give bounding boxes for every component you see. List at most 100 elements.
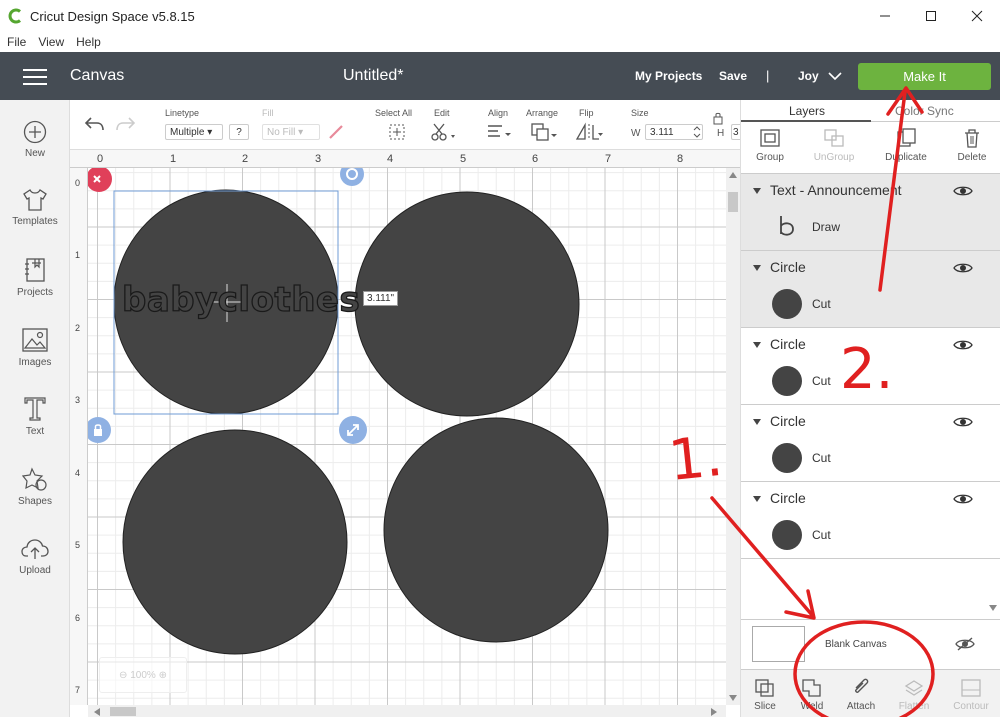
ruler-tick-label: 2 xyxy=(242,153,249,165)
menu-file[interactable]: File xyxy=(7,35,26,49)
lock-handle-icon[interactable] xyxy=(88,416,114,444)
sidebar-item-projects[interactable]: Projects xyxy=(0,257,70,298)
select-all-icon[interactable] xyxy=(388,123,406,141)
delete-handle-icon[interactable] xyxy=(88,168,114,194)
flatten-button[interactable]: Flatten xyxy=(889,678,939,712)
collapse-triangle-icon[interactable] xyxy=(753,342,761,348)
slice-button[interactable]: Slice xyxy=(740,678,790,712)
scroll-thumb[interactable] xyxy=(728,192,738,212)
collapse-triangle-icon[interactable] xyxy=(753,188,761,194)
linetype-help-button[interactable]: ? xyxy=(229,124,249,140)
sidebar-item-new[interactable]: New xyxy=(0,120,70,159)
sidebar-item-shapes[interactable]: Shapes xyxy=(0,466,70,507)
contour-button[interactable]: Contour xyxy=(946,678,996,712)
width-value: 3.111 xyxy=(650,127,674,138)
redo-icon[interactable] xyxy=(115,115,137,133)
linetype-select[interactable]: Multiple ▾ xyxy=(165,124,223,140)
horizontal-scrollbar[interactable] xyxy=(88,705,726,717)
rotate-handle-icon[interactable] xyxy=(339,168,365,188)
tab-layers[interactable]: Layers xyxy=(789,104,825,118)
layer-color-swatch[interactable] xyxy=(772,520,802,550)
menu-view[interactable]: View xyxy=(38,35,64,49)
trash-icon xyxy=(965,129,979,148)
undo-icon[interactable] xyxy=(83,115,105,133)
blank-canvas-row[interactable]: Blank Canvas xyxy=(741,619,1000,669)
chevron-down-icon[interactable] xyxy=(828,71,842,81)
weld-label: Weld xyxy=(800,701,824,712)
layer-item-circle[interactable]: Circle Cut xyxy=(741,328,1000,405)
sidebar-item-images[interactable]: Images xyxy=(0,327,70,368)
resize-handle-icon[interactable] xyxy=(338,415,368,445)
weld-button[interactable]: Weld xyxy=(787,678,837,712)
zoom-out-icon[interactable]: ⊖ xyxy=(119,670,127,681)
sidebar-item-text[interactable]: Text xyxy=(0,396,70,437)
eye-icon[interactable] xyxy=(953,415,973,429)
ruler-tick-label: 3 xyxy=(315,153,322,165)
eye-hidden-icon[interactable] xyxy=(955,636,975,652)
layer-item-circle[interactable]: Circle Cut xyxy=(741,405,1000,482)
eye-icon[interactable] xyxy=(953,261,973,275)
menu-help[interactable]: Help xyxy=(76,35,101,49)
save-button[interactable]: Save xyxy=(719,69,747,83)
ruler-tick-label: 1 xyxy=(170,153,177,165)
bottom-tools: Slice Weld Attach Flatten Contour xyxy=(741,669,1000,717)
eye-icon[interactable] xyxy=(953,492,973,506)
lock-icon[interactable] xyxy=(712,111,724,125)
delete-button[interactable]: Delete xyxy=(947,128,997,163)
width-stepper-icon[interactable] xyxy=(693,125,701,139)
minimize-button[interactable] xyxy=(862,0,908,32)
fill-select[interactable]: No Fill ▾ xyxy=(262,124,320,140)
flip-icon[interactable] xyxy=(575,122,603,142)
edit-scissors-icon[interactable] xyxy=(430,122,456,142)
arrange-icon[interactable] xyxy=(530,122,558,142)
circle-shape[interactable] xyxy=(122,429,348,655)
layer-item-text[interactable]: Text - Announcement Draw xyxy=(741,174,1000,251)
sidebar-item-upload[interactable]: Upload xyxy=(0,537,70,576)
scroll-left-icon[interactable] xyxy=(94,708,100,716)
vertical-scrollbar[interactable] xyxy=(726,168,740,705)
layer-color-swatch[interactable] xyxy=(772,366,802,396)
collapse-triangle-icon[interactable] xyxy=(753,419,761,425)
sidebar-item-templates[interactable]: Templates xyxy=(0,188,70,227)
sidebar-label: New xyxy=(24,148,45,159)
canvas-color-swatch[interactable] xyxy=(752,626,805,662)
panel-scroll-down-icon[interactable] xyxy=(989,605,997,611)
select-all-label: Select All xyxy=(375,108,413,118)
layer-item-circle[interactable]: Circle Cut xyxy=(741,251,1000,328)
scroll-up-icon[interactable] xyxy=(729,172,737,178)
tab-color-sync[interactable]: Color Sync xyxy=(895,104,954,118)
layer-color-swatch[interactable] xyxy=(772,443,802,473)
close-button[interactable] xyxy=(954,0,1000,32)
eye-icon[interactable] xyxy=(953,184,973,198)
duplicate-button[interactable]: Duplicate xyxy=(881,128,931,163)
scroll-down-icon[interactable] xyxy=(729,695,737,701)
align-icon[interactable] xyxy=(486,123,512,141)
group-button[interactable]: Group xyxy=(745,128,795,163)
sidebar-label: Projects xyxy=(16,287,54,298)
attach-button[interactable]: Attach xyxy=(836,678,886,712)
pen-color-icon[interactable] xyxy=(327,123,345,141)
scroll-thumb[interactable] xyxy=(110,707,136,716)
maximize-button[interactable] xyxy=(908,0,954,32)
my-projects-link[interactable]: My Projects xyxy=(635,69,702,83)
circle-shape[interactable] xyxy=(383,417,609,643)
user-menu[interactable]: Joy xyxy=(798,69,819,83)
image-icon xyxy=(22,328,48,352)
ruler-tick-label: 0 xyxy=(97,153,104,165)
zoom-control-ghost[interactable]: ⊖ 100% ⊕ xyxy=(99,657,187,693)
babyclothes-text-object[interactable]: babyclothes xyxy=(121,279,360,320)
project-title: Untitled* xyxy=(343,67,404,84)
collapse-triangle-icon[interactable] xyxy=(753,265,761,271)
collapse-triangle-icon[interactable] xyxy=(753,496,761,502)
make-it-button[interactable]: Make It xyxy=(858,63,991,90)
layer-color-swatch[interactable] xyxy=(772,289,802,319)
zoom-in-icon[interactable]: ⊕ xyxy=(159,670,167,681)
paperclip-icon xyxy=(855,678,869,693)
scroll-right-icon[interactable] xyxy=(711,708,717,716)
eye-icon[interactable] xyxy=(953,338,973,352)
group-icon xyxy=(760,129,780,147)
design-canvas[interactable]: babyclothes 3.111" ⊖ 100% ⊕ xyxy=(88,168,726,705)
ungroup-button[interactable]: UnGroup xyxy=(809,128,859,163)
layer-item-circle[interactable]: Circle Cut xyxy=(741,482,1000,559)
hamburger-menu-icon[interactable] xyxy=(23,69,47,85)
